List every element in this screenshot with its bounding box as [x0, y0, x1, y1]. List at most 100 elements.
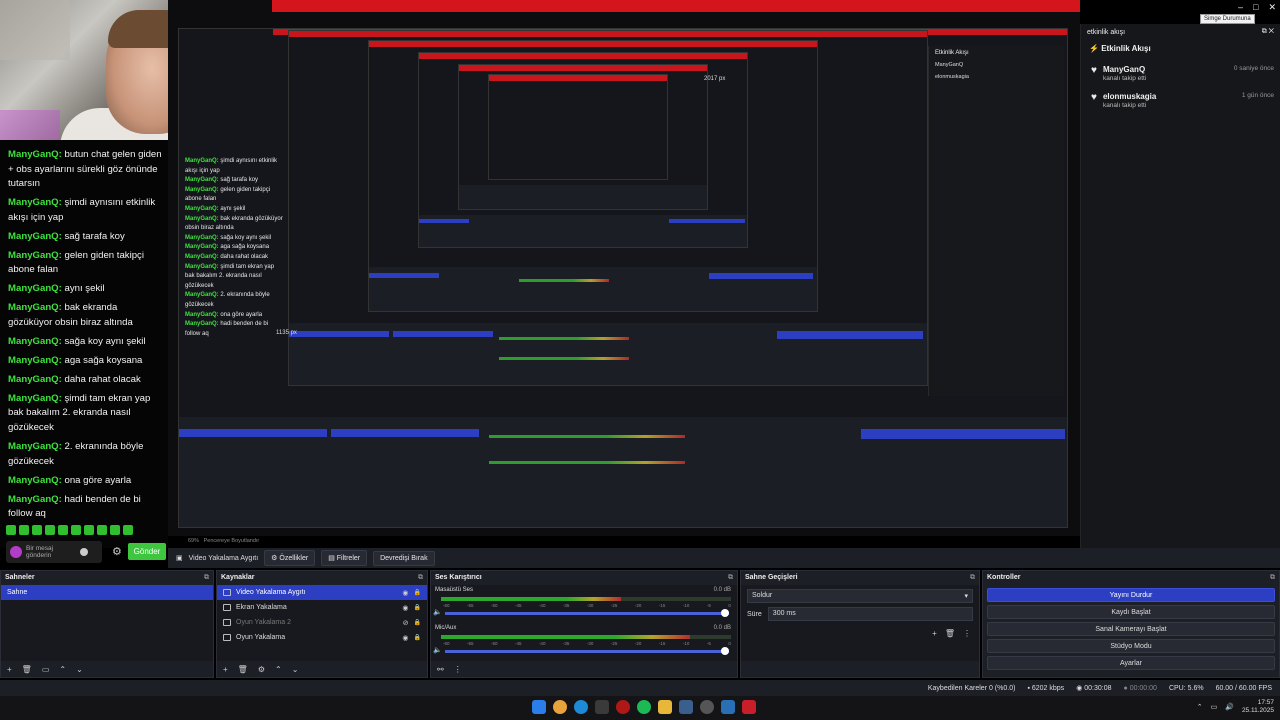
clock[interactable]: 17:57 25.11.2025	[1242, 699, 1274, 715]
chat-username[interactable]: ManyGanQ:	[8, 283, 62, 294]
chat-username[interactable]: ManyGanQ:	[8, 250, 62, 261]
recorder-icon[interactable]	[742, 700, 756, 714]
activity-item[interactable]: ♥ elonmuskagia kanalı takip etti 1 gün önce	[1091, 92, 1274, 109]
filter-icon[interactable]: ▭	[42, 665, 50, 674]
down-arrow-icon[interactable]: ⌄	[292, 665, 299, 674]
trash-icon[interactable]: 🗑	[22, 665, 32, 674]
eye-hidden-icon[interactable]: ⊘	[403, 619, 409, 627]
obs-studio-icon[interactable]	[700, 700, 714, 714]
eye-icon[interactable]: ◉	[402, 604, 408, 612]
dock-popout-icon[interactable]: ⧉	[418, 574, 423, 582]
add-icon[interactable]: +	[223, 665, 228, 674]
mic-icon[interactable]	[10, 546, 22, 558]
volume-slider-knob[interactable]	[721, 647, 729, 655]
volume-slider[interactable]	[445, 647, 729, 655]
start-virtual-camera-button[interactable]: Sanal Kamerayı Başlat	[987, 622, 1275, 636]
up-arrow-icon[interactable]: ⌃	[275, 665, 282, 674]
chat-username[interactable]: ManyGanQ:	[8, 475, 62, 486]
chat-username[interactable]: ManyGanQ:	[8, 494, 62, 505]
app-icon[interactable]	[721, 700, 735, 714]
chat-username[interactable]: ManyGanQ:	[8, 393, 62, 404]
obs-preview-canvas[interactable]: ManyGanQ: şimdi aynısını etkinlik akışı …	[168, 0, 1080, 536]
volume-slider[interactable]	[445, 609, 729, 617]
stop-stream-button[interactable]: Yayını Durdur	[987, 588, 1275, 602]
dock-popout-icon[interactable]: ⧉	[970, 574, 975, 582]
steam-icon[interactable]	[679, 700, 693, 714]
volume-icon[interactable]: 🔊	[1225, 703, 1234, 711]
properties-button[interactable]: ⚙ Özellikler	[264, 550, 316, 566]
chat-username[interactable]: ManyGanQ:	[8, 302, 62, 313]
trash-icon[interactable]: 🗑	[238, 665, 248, 674]
settings-button[interactable]: Ayarlar	[987, 656, 1275, 670]
source-item[interactable]: Oyun Yakalama 2 ⊘ 🔒	[217, 615, 427, 630]
lock-icon[interactable]: 🔒	[414, 619, 421, 626]
emote-icon[interactable]	[45, 525, 55, 535]
source-item[interactable]: Video Yakalama Aygıtı ◉ 🔒	[217, 585, 427, 600]
filters-button[interactable]: ▤ Filtreler	[321, 550, 368, 566]
zoom-fit-label[interactable]: Pencereye Boyutlandır	[204, 538, 260, 544]
scene-item[interactable]: Sahne	[1, 585, 213, 600]
link-icon[interactable]: ⚯	[437, 665, 444, 674]
source-item[interactable]: Ekran Yakalama ◉ 🔒	[217, 600, 427, 615]
folder-icon[interactable]	[658, 700, 672, 714]
more-icon[interactable]: ⋮	[963, 629, 971, 638]
chat-username[interactable]: ManyGanQ:	[8, 355, 62, 366]
network-icon[interactable]: ▭	[1211, 703, 1218, 711]
emote-icon[interactable]	[32, 525, 42, 535]
lock-icon[interactable]: 🔒	[414, 589, 421, 596]
up-arrow-icon[interactable]: ⌃	[59, 665, 66, 674]
close-icon[interactable]: ✕	[1268, 2, 1276, 13]
trash-icon[interactable]: 🗑	[945, 629, 955, 638]
chat-message-input[interactable]: Bir mesaj gönderin	[6, 541, 102, 563]
start-recording-button[interactable]: Kaydı Başlat	[987, 605, 1275, 619]
windows-start-icon[interactable]	[532, 700, 546, 714]
transition-select[interactable]: Soldur ▾	[747, 589, 973, 603]
chat-username[interactable]: ManyGanQ:	[8, 149, 62, 160]
more-icon[interactable]: ⋮	[454, 665, 462, 674]
emote-icon[interactable]	[123, 525, 133, 535]
eye-icon[interactable]: ◉	[402, 634, 408, 642]
activity-item[interactable]: ♥ ManyGanQ kanalı takip etti 0 saniye önce	[1091, 65, 1274, 82]
speaker-icon[interactable]: 🔈	[433, 608, 442, 616]
emote-icon[interactable]	[19, 525, 29, 535]
chat-send-button[interactable]: Gönder	[128, 543, 166, 560]
maximize-icon[interactable]: □	[1253, 2, 1258, 13]
source-item[interactable]: Oyun Yakalama ◉ 🔒	[217, 630, 427, 645]
lock-icon[interactable]: 🔒	[414, 634, 421, 641]
chrome-icon[interactable]	[553, 700, 567, 714]
chat-username[interactable]: ManyGanQ:	[8, 374, 62, 385]
chat-username[interactable]: ManyGanQ:	[8, 231, 62, 242]
edge-icon[interactable]	[574, 700, 588, 714]
obs-icon[interactable]	[595, 700, 609, 714]
chat-username[interactable]: ManyGanQ:	[8, 197, 62, 208]
duration-input[interactable]: 300 ms	[767, 607, 973, 621]
dock-close-icon[interactable]: ⧉ ✕	[1262, 28, 1274, 36]
add-icon[interactable]: +	[7, 665, 12, 674]
eye-icon[interactable]: ◉	[402, 589, 408, 597]
emote-icon[interactable]	[110, 525, 120, 535]
add-icon[interactable]: +	[932, 629, 937, 638]
tray-chevron-icon[interactable]: ⌃	[1197, 703, 1203, 711]
dock-popout-icon[interactable]: ⧉	[1270, 574, 1275, 582]
spotify-icon[interactable]	[637, 700, 651, 714]
emote-icon[interactable]	[6, 525, 16, 535]
chat-settings-gear-icon[interactable]: ⚙	[112, 545, 122, 558]
gear-icon[interactable]: ⚙	[258, 665, 265, 674]
volume-slider-knob[interactable]	[721, 609, 729, 617]
chat-username[interactable]: ManyGanQ:	[8, 441, 62, 452]
emote-icon[interactable]	[58, 525, 68, 535]
emote-icon[interactable]	[97, 525, 107, 535]
emote-icon[interactable]	[84, 525, 94, 535]
dock-popout-icon[interactable]: ⧉	[728, 574, 733, 582]
opera-icon[interactable]	[616, 700, 630, 714]
lock-icon[interactable]: 🔒	[414, 604, 421, 611]
chat-username[interactable]: ManyGanQ:	[8, 336, 62, 347]
minimize-icon[interactable]: –	[1238, 2, 1243, 13]
emote-icon[interactable]	[71, 525, 81, 535]
emoji-picker-icon[interactable]	[80, 548, 88, 556]
down-arrow-icon[interactable]: ⌄	[76, 665, 83, 674]
studio-mode-button[interactable]: Stüdyo Modu	[987, 639, 1275, 653]
speaker-icon[interactable]: 🔈	[433, 646, 442, 654]
dock-popout-icon[interactable]: ⧉	[204, 574, 209, 582]
deactivate-button[interactable]: Devredişi Bırak	[373, 550, 435, 566]
